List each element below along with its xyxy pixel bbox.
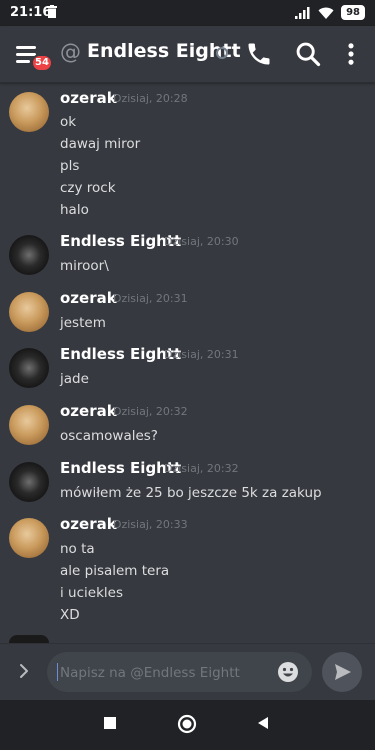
message-text: pls — [60, 158, 80, 174]
send-icon — [335, 664, 351, 680]
channel-header: 54 @ Endless Eightt — [0, 26, 375, 83]
message-input-container[interactable] — [47, 652, 312, 692]
message-text: no ta — [60, 541, 95, 557]
status-bar: 21:16 98 — [0, 0, 375, 26]
message-timestamp: Dzisiaj, 20:28 — [113, 92, 188, 105]
message-author[interactable]: ozerak — [60, 515, 117, 533]
hamburger-menu-icon — [16, 46, 36, 49]
more-vertical-icon[interactable] — [337, 40, 365, 68]
message-timestamp: Dzisiaj, 20:31 — [164, 348, 239, 361]
message-timestamp: Dzisiaj, 20:31 — [113, 292, 188, 305]
battery-indicator: 98 — [341, 5, 365, 20]
message-text: oscamowales? — [60, 428, 158, 444]
avatar[interactable] — [9, 405, 49, 445]
message-timestamp: Dzisiaj, 20:30 — [164, 235, 239, 248]
message-text: miroor\ — [60, 258, 109, 274]
notification-badge: 54 — [31, 54, 53, 72]
message-text: czy rock — [60, 180, 116, 196]
avatar[interactable] — [9, 518, 49, 558]
message-author[interactable]: ozerak — [60, 402, 117, 420]
avatar[interactable] — [9, 92, 49, 132]
message-author[interactable]: ozerak — [60, 289, 117, 307]
avatar[interactable] — [9, 235, 49, 275]
avatar[interactable] — [9, 462, 49, 502]
message-timestamp: Dzisiaj, 20:32 — [113, 405, 188, 418]
hamburger-menu-icon-bar — [16, 60, 30, 63]
message-input[interactable] — [58, 662, 277, 684]
message-text: halo — [60, 202, 89, 218]
wifi-icon — [318, 7, 334, 19]
avatar[interactable] — [9, 348, 49, 388]
chevron-right-icon[interactable] — [16, 663, 32, 679]
partial-avatar — [9, 635, 49, 643]
status-time: 21:16 — [10, 5, 52, 20]
at-icon: @ — [60, 40, 81, 64]
trash-icon — [47, 5, 57, 18]
phone-icon[interactable] — [245, 40, 273, 68]
recents-icon[interactable] — [102, 715, 118, 731]
send-button[interactable] — [322, 652, 362, 692]
status-indicators: 98 — [295, 5, 365, 20]
message-text: jestem — [60, 315, 106, 331]
message-text: XD — [60, 607, 80, 623]
message-text: ale pisalem tera — [60, 563, 170, 579]
offline-status-icon — [216, 47, 228, 59]
signal-icon — [295, 6, 310, 19]
message-text: mówiłem że 25 bo jeszcze 5k za zakup — [60, 485, 322, 501]
message-text: dawaj miror — [60, 136, 141, 152]
message-list[interactable]: ozerak Dzisiaj, 20:28 ok dawaj miror pls… — [0, 83, 375, 643]
message-timestamp: Dzisiaj, 20:32 — [164, 462, 239, 475]
message-composer — [0, 643, 375, 701]
message-text: ok — [60, 114, 77, 130]
message-text: i uciekles — [60, 585, 123, 601]
system-nav-bar — [0, 700, 375, 750]
search-icon[interactable] — [294, 40, 322, 68]
avatar[interactable] — [9, 292, 49, 332]
home-icon[interactable] — [177, 714, 197, 734]
emoji-icon[interactable] — [277, 661, 299, 683]
message-timestamp: Dzisiaj, 20:33 — [113, 518, 188, 531]
message-text: jade — [60, 371, 89, 387]
message-author[interactable]: ozerak — [60, 89, 117, 107]
back-icon[interactable] — [255, 715, 271, 731]
